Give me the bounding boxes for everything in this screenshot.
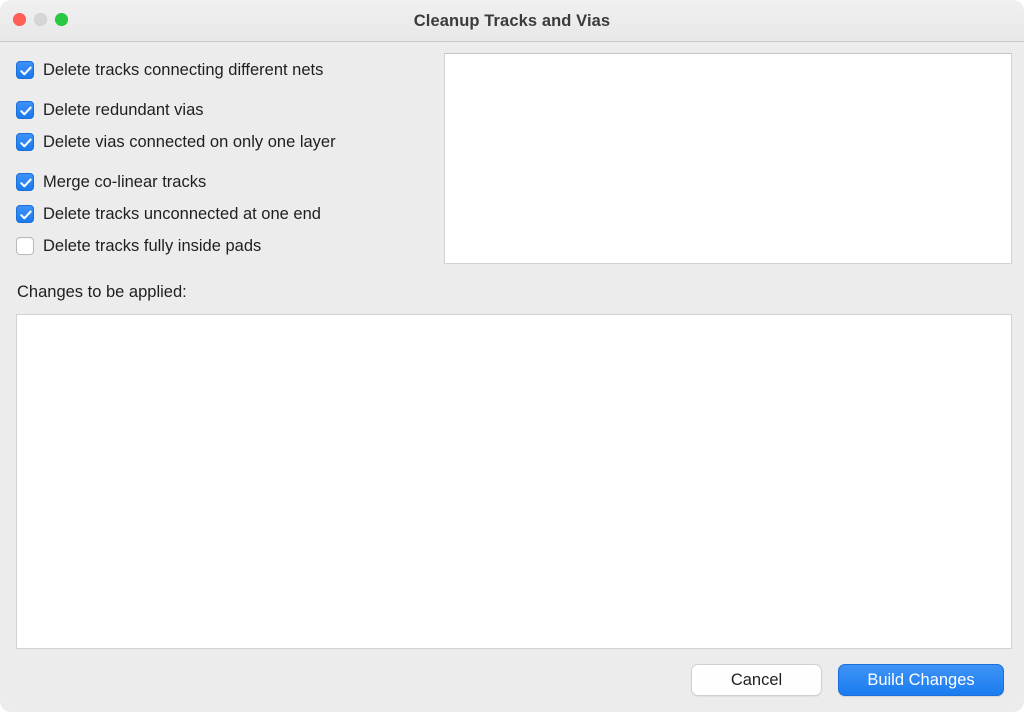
option-label: Delete tracks connecting different nets xyxy=(43,61,324,79)
checkbox-delete-tracks-connecting-different-nets[interactable] xyxy=(16,61,34,79)
option-label: Delete tracks unconnected at one end xyxy=(43,205,321,223)
checkbox-merge-co-linear-tracks[interactable] xyxy=(16,173,34,191)
option-row-delete-redundant-vias[interactable]: Delete redundant vias xyxy=(16,99,428,121)
option-row-delete-tracks-fully-inside-pads[interactable]: Delete tracks fully inside pads xyxy=(16,235,428,257)
dialog-footer: Cancel Build Changes xyxy=(0,657,1024,712)
option-label: Delete tracks fully inside pads xyxy=(43,237,262,255)
checkbox-delete-tracks-unconnected-at-one-end[interactable] xyxy=(16,205,34,223)
option-label: Merge co-linear tracks xyxy=(43,173,207,191)
title-bar: Cleanup Tracks and Vias xyxy=(0,0,1024,42)
option-row-delete-tracks-unconnected-at-one-end[interactable]: Delete tracks unconnected at one end xyxy=(16,203,428,225)
window-title: Cleanup Tracks and Vias xyxy=(413,12,611,30)
option-label: Delete redundant vias xyxy=(43,101,204,119)
checkbox-delete-vias-connected-on-only-one-layer[interactable] xyxy=(16,133,34,151)
option-label: Delete vias connected on only one layer xyxy=(43,133,336,151)
option-row-merge-co-linear-tracks[interactable]: Merge co-linear tracks xyxy=(16,171,428,193)
option-row-delete-tracks-connecting-different-nets[interactable]: Delete tracks connecting different nets xyxy=(16,59,428,81)
option-row-delete-vias-connected-on-only-one-layer[interactable]: Delete vias connected on only one layer xyxy=(16,131,428,153)
preview-panel[interactable] xyxy=(444,53,1012,264)
changes-to-be-applied-label: Changes to be applied: xyxy=(17,283,187,301)
cancel-button[interactable]: Cancel xyxy=(691,664,822,696)
build-changes-button[interactable]: Build Changes xyxy=(838,664,1004,696)
cleanup-options-list: Delete tracks connecting different nets … xyxy=(16,59,428,267)
changes-list-panel[interactable] xyxy=(16,314,1012,649)
checkbox-delete-redundant-vias[interactable] xyxy=(16,101,34,119)
dialog-window: Cleanup Tracks and Vias Delete tracks co… xyxy=(0,0,1024,712)
dialog-body: Delete tracks connecting different nets … xyxy=(0,42,1024,712)
checkbox-delete-tracks-fully-inside-pads[interactable] xyxy=(16,237,34,255)
